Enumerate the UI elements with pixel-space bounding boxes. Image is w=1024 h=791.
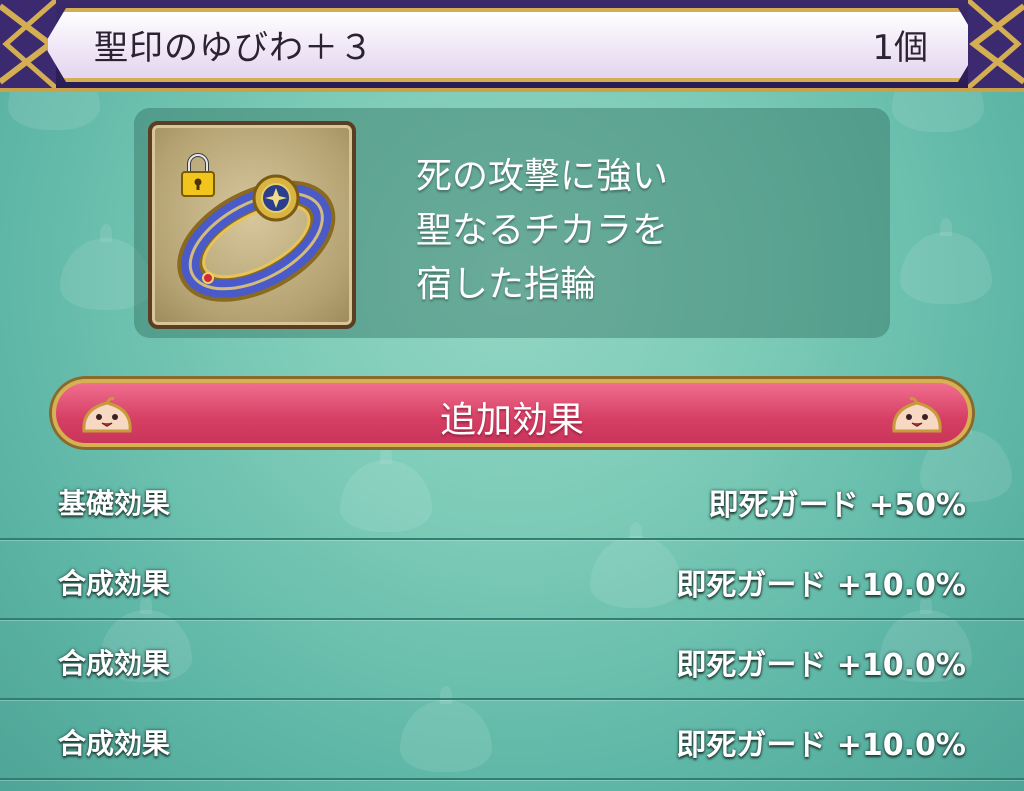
section-title: 追加効果 <box>439 400 584 441</box>
item-count: 1個 <box>872 28 928 68</box>
ornament-icon <box>968 0 1024 88</box>
description-line: 宿した指輪 <box>416 264 597 305</box>
effect-value: 即死ガード +50% <box>708 488 966 523</box>
effect-row: 合成効果 即死ガード +10.0% <box>0 620 1024 700</box>
effect-label: 合成効果 <box>58 647 171 680</box>
effect-label: 合成効果 <box>58 727 171 760</box>
effect-row: 基礎効果 即死ガード +50% <box>0 460 1024 540</box>
item-description: 死の攻撃に強い 聖なるチカラを 宿した指輪 <box>416 150 668 312</box>
description-line: 死の攻撃に強い <box>416 156 669 197</box>
item-header: 聖印のゆびわ＋３ 1個 <box>0 0 1024 92</box>
item-name: 聖印のゆびわ＋３ <box>94 28 374 68</box>
effect-value: 即死ガード +10.0% <box>676 728 966 763</box>
effect-row: 合成効果 即死ガード +10.0% <box>0 700 1024 780</box>
section-banner: 追加効果 <box>52 379 972 447</box>
effect-label: 基礎効果 <box>58 487 171 520</box>
description-line: 聖なるチカラを <box>416 210 669 251</box>
effect-label: 合成効果 <box>58 567 171 600</box>
effects-list: 基礎効果 即死ガード +50% 合成効果 即死ガード +10.0% 合成効果 即… <box>0 460 1024 780</box>
effect-value: 即死ガード +10.0% <box>676 648 966 683</box>
effect-value: 即死ガード +10.0% <box>676 568 966 603</box>
effect-row: 合成効果 即死ガード +10.0% <box>0 540 1024 620</box>
slime-face-icon <box>892 397 942 433</box>
lock-icon <box>181 153 215 197</box>
